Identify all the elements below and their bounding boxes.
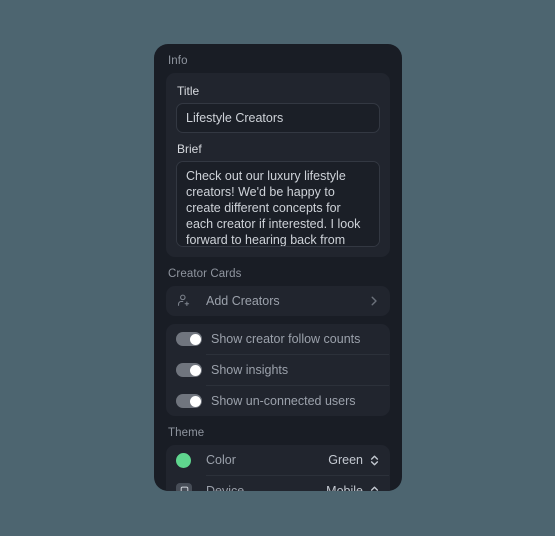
add-creators-card: Add Creators — [166, 286, 390, 316]
person-add-icon — [176, 293, 200, 309]
settings-panel: Info Title Brief Creator Cards Add Creat… — [154, 44, 402, 491]
section-header-creator-cards: Creator Cards — [168, 268, 242, 280]
toggle-label-show-creator-follow-counts: Show creator follow counts — [211, 332, 361, 346]
title-field-label: Title — [177, 84, 200, 98]
toggles-card: Show creator follow counts Show insights… — [166, 324, 390, 416]
theme-row-device[interactable]: Device Mobile — [166, 476, 390, 491]
toggle-label-show-un-connected-users: Show un-connected users — [211, 394, 356, 408]
mobile-device-icon — [176, 483, 200, 491]
toggle-switch-show-creator-follow-counts[interactable] — [176, 332, 202, 346]
add-creators-row[interactable]: Add Creators — [166, 286, 390, 316]
toggle-switch-show-un-connected-users[interactable] — [176, 394, 202, 408]
brief-textarea[interactable] — [176, 161, 380, 247]
theme-device-value: Mobile — [326, 484, 363, 491]
theme-color-label: Color — [206, 453, 236, 467]
toggle-label-show-insights: Show insights — [211, 363, 289, 377]
info-card: Title Brief — [166, 73, 390, 257]
toggle-switch-show-insights[interactable] — [176, 363, 202, 377]
color-swatch-icon — [176, 452, 200, 468]
title-input[interactable] — [176, 103, 380, 133]
stepper-updown-icon-color[interactable] — [369, 454, 380, 467]
toggle-row-show-insights[interactable]: Show insights — [166, 355, 390, 385]
toggle-row-show-un-connected-users[interactable]: Show un-connected users — [166, 386, 390, 416]
theme-card: Color Green Device Mobile — [166, 445, 390, 491]
chevron-right-icon — [368, 295, 380, 307]
brief-field-label: Brief — [177, 142, 202, 156]
section-header-info: Info — [168, 55, 188, 67]
theme-row-color[interactable]: Color Green — [166, 445, 390, 475]
section-header-theme: Theme — [168, 427, 205, 439]
stepper-updown-icon-device[interactable] — [369, 485, 380, 492]
add-creators-label: Add Creators — [206, 294, 280, 308]
theme-device-label: Device — [206, 484, 245, 491]
theme-color-value: Green — [328, 453, 363, 467]
toggle-row-show-creator-follow-counts[interactable]: Show creator follow counts — [166, 324, 390, 354]
